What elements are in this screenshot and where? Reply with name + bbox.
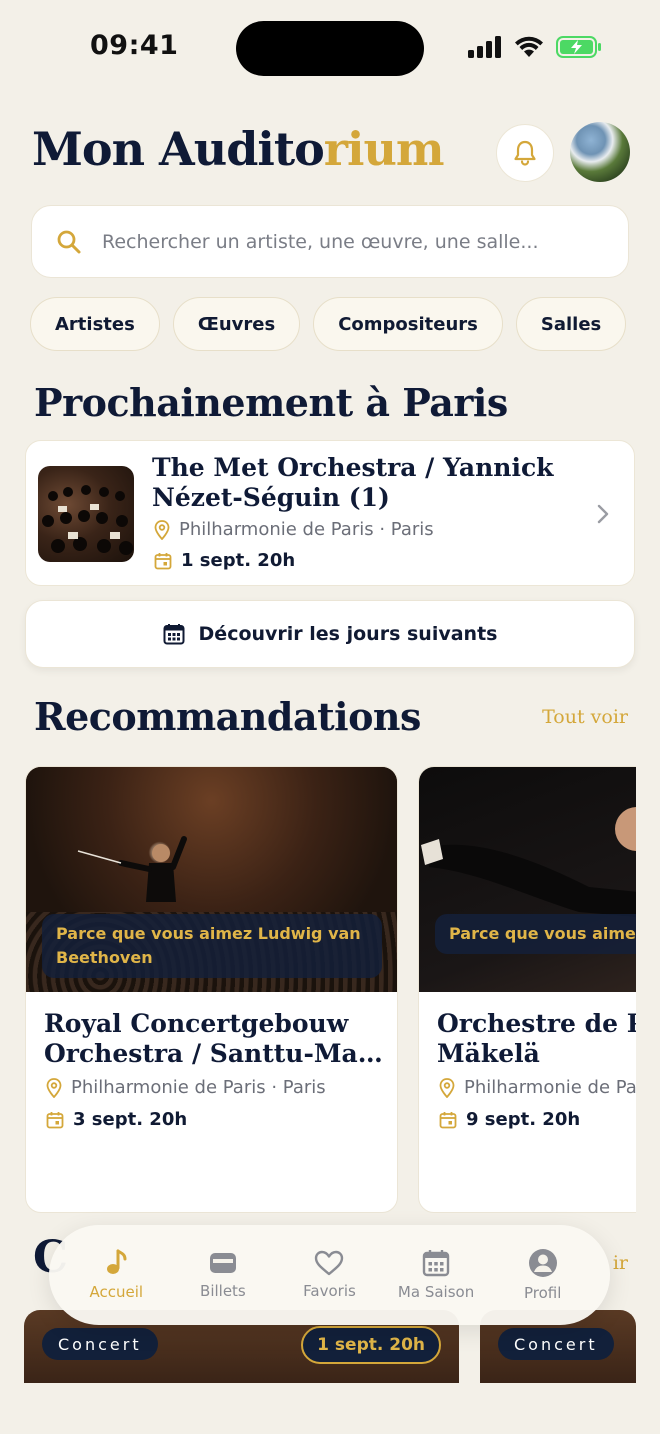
- recommendation-title: Orchestre de Pa Mäkelä: [437, 1009, 636, 1069]
- discover-next-days-button[interactable]: Découvrir les jours suivants: [25, 600, 635, 668]
- event-title: The Met Orchestra / Yannick Nézet-Séguin…: [152, 453, 572, 513]
- recommendation-title-line2: Mäkelä: [437, 1039, 540, 1068]
- dynamic-island: [236, 21, 424, 76]
- recommendation-title: Royal Concertgebouw Orchestra / Santtu-M…: [44, 1009, 389, 1069]
- status-time: 09:41: [90, 30, 179, 61]
- event-title-line2: Nézet-Séguin (1): [152, 483, 390, 512]
- filter-chips: Artistes Œuvres Compositeurs Salles: [30, 297, 627, 351]
- event-venue-text: Philharmonie de Paris · Paris: [179, 519, 434, 540]
- status-icons: [468, 36, 602, 58]
- chip-compositeurs[interactable]: Compositeurs: [313, 297, 503, 351]
- recommendation-title-line2: Orchestra / Santtu-Matia...: [44, 1039, 389, 1068]
- user-icon: [528, 1249, 557, 1277]
- recommendation-venue: Philharmonie de Paris · Paris: [46, 1077, 326, 1098]
- conductor-figure: [421, 807, 636, 917]
- recommendation-venue-text: Philharmonie de Pa: [464, 1077, 636, 1098]
- calendar-icon: [439, 1111, 457, 1128]
- recommendations-section-title: Recommandations: [34, 694, 421, 739]
- concert-date-badge: 1 sept. 20h: [301, 1326, 441, 1364]
- battery-charging-icon: [556, 36, 601, 58]
- notifications-button[interactable]: [496, 124, 554, 182]
- wifi-icon: [515, 36, 543, 57]
- search-icon: [57, 230, 81, 253]
- event-thumbnail: [38, 466, 134, 562]
- bell-icon: [514, 140, 536, 166]
- recommendation-date: 9 sept. 20h: [439, 1109, 580, 1130]
- location-pin-icon: [154, 519, 170, 540]
- music-note-icon: [107, 1249, 127, 1274]
- status-bar: 09:41: [0, 0, 660, 96]
- tab-profil[interactable]: Profil: [493, 1248, 593, 1302]
- app-title: Mon Auditorium: [32, 122, 445, 176]
- calendar-icon: [422, 1250, 450, 1277]
- tab-profil-label: Profil: [523, 1284, 562, 1302]
- search-placeholder: Rechercher un artiste, une œuvre, une sa…: [102, 230, 539, 253]
- next-section-see-all[interactable]: ir: [613, 1252, 628, 1274]
- concert-tag: Concert: [42, 1328, 158, 1360]
- tab-favoris-label: Favoris: [303, 1282, 356, 1300]
- recommendation-date-text: 9 sept. 20h: [466, 1109, 581, 1130]
- tab-ma-saison-label: Ma Saison: [397, 1283, 475, 1301]
- event-venue: Philharmonie de Paris · Paris: [154, 519, 434, 540]
- tab-bar: Accueil Billets Favoris Ma Saison Profil: [49, 1225, 610, 1325]
- calendar-icon: [154, 552, 172, 569]
- tab-accueil[interactable]: Accueil: [66, 1249, 166, 1301]
- event-date-text: 1 sept. 20h: [181, 550, 296, 571]
- see-all-link[interactable]: Tout voir: [542, 706, 628, 728]
- discover-label: Découvrir les jours suivants: [198, 623, 498, 645]
- calendar-icon: [46, 1111, 64, 1128]
- recommendation-date-text: 3 sept. 20h: [73, 1109, 188, 1130]
- ticket-icon: [209, 1253, 236, 1273]
- location-pin-icon: [46, 1077, 62, 1098]
- recommendation-title-line1: Royal Concertgebouw: [44, 1009, 349, 1038]
- concert-photo: Parce que vous aimez Ludwig van Beethove…: [26, 767, 397, 992]
- tab-billets-label: Billets: [200, 1282, 246, 1300]
- tab-favoris[interactable]: Favoris: [279, 1250, 379, 1300]
- tab-billets[interactable]: Billets: [173, 1250, 273, 1300]
- concert-tag: Concert: [498, 1328, 614, 1360]
- recommendation-venue-text: Philharmonie de Paris · Paris: [71, 1077, 326, 1098]
- concert-photo: Parce que vous aimez Paris: [419, 767, 636, 992]
- search-bar[interactable]: Rechercher un artiste, une œuvre, une sa…: [31, 205, 629, 278]
- recommendation-reason: Parce que vous aimez Ludwig van Beethove…: [42, 914, 382, 978]
- recommendation-date: 3 sept. 20h: [46, 1109, 187, 1130]
- upcoming-section-title: Prochainement à Paris: [34, 380, 508, 425]
- chip-oeuvres[interactable]: Œuvres: [172, 297, 301, 351]
- location-pin-icon: [439, 1077, 455, 1098]
- recommendation-title-line1: Orchestre de Pa: [437, 1009, 636, 1038]
- recommendation-card[interactable]: Parce que vous aimez Paris Orchestre de …: [418, 766, 636, 1213]
- orchestra-image: [42, 485, 133, 555]
- heart-icon: [315, 1250, 344, 1276]
- event-title-line1: The Met Orchestra / Yannick: [152, 453, 554, 482]
- calendar-grid-icon: [163, 624, 185, 645]
- recommendation-reason: Parce que vous aimez Paris: [435, 914, 636, 954]
- recommendation-card[interactable]: Parce que vous aimez Ludwig van Beethove…: [25, 766, 398, 1213]
- chip-artistes[interactable]: Artistes: [30, 297, 160, 351]
- chevron-right-icon: [597, 504, 609, 524]
- tab-accueil-label: Accueil: [89, 1283, 144, 1301]
- signal-icon: [468, 36, 501, 58]
- app-title-accent: rium: [323, 122, 445, 176]
- chip-salles[interactable]: Salles: [515, 297, 627, 351]
- event-date: 1 sept. 20h: [154, 550, 295, 571]
- app-title-main: Mon Audito: [32, 122, 325, 176]
- recommendations-carousel[interactable]: Parce que vous aimez Ludwig van Beethove…: [25, 766, 636, 1214]
- recommendation-venue: Philharmonie de Pa: [439, 1077, 636, 1098]
- tab-ma-saison[interactable]: Ma Saison: [386, 1249, 486, 1301]
- avatar[interactable]: [570, 122, 630, 182]
- upcoming-event-card[interactable]: The Met Orchestra / Yannick Nézet-Séguin…: [25, 440, 635, 586]
